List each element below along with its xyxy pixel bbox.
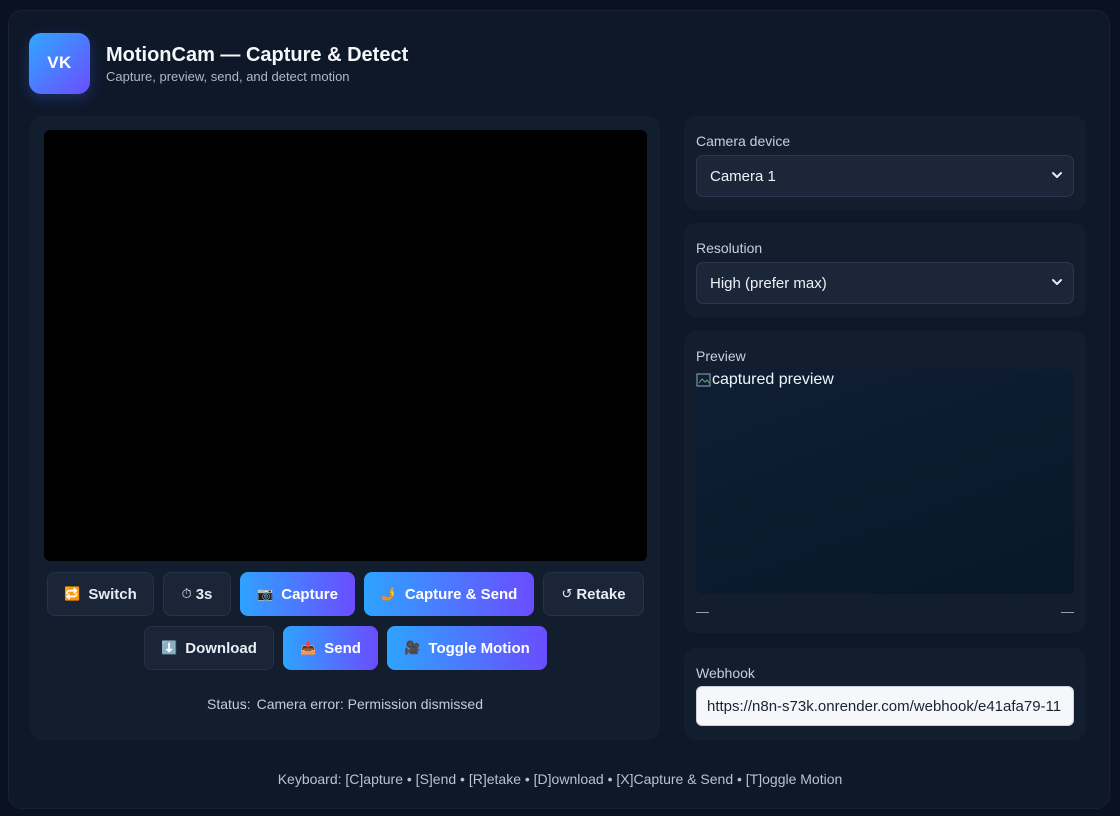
preview-meta-left: — <box>696 604 709 619</box>
camera-icon: 📷 <box>257 586 274 601</box>
header: VK MotionCam — Capture & Detect Capture,… <box>29 32 408 94</box>
page-title: MotionCam — Capture & Detect <box>106 43 409 66</box>
camera-device-value: Camera 1 <box>710 167 776 185</box>
switch-camera-icon: 🔁 <box>64 586 81 601</box>
camera-device-label: Camera device <box>696 133 791 149</box>
send-icon: 📤 <box>300 640 317 655</box>
camera-video <box>44 130 647 561</box>
status-text: Camera error: Permission dismissed <box>256 696 483 712</box>
chevron-down-icon <box>1052 279 1062 285</box>
resolution-card: Resolution High (prefer max) <box>684 223 1086 317</box>
chevron-down-icon <box>1052 172 1062 178</box>
capture-send-icon: 🤳 <box>380 586 397 601</box>
page-subtitle: Capture, preview, send, and detect motio… <box>106 68 350 84</box>
retake-button[interactable]: ↺ Retake <box>543 572 644 616</box>
switch-button[interactable]: 🔁 Switch <box>47 572 154 616</box>
preview-card: Preview captured preview — — <box>684 331 1086 633</box>
retake-icon: ↺ <box>561 586 573 601</box>
logo: VK <box>29 32 90 94</box>
status-label: Status: <box>207 696 251 712</box>
preview-meta-right: — <box>1061 604 1074 619</box>
capture-label: Capture <box>281 585 338 603</box>
video-camera-icon: 🎥 <box>404 640 421 655</box>
preview-image-area: captured preview <box>696 369 1074 594</box>
timer-button[interactable]: ⏱ 3s <box>163 572 231 616</box>
timer-label: 3s <box>195 585 213 603</box>
send-label: Send <box>324 639 361 657</box>
preview-alt-text: captured preview <box>712 371 834 388</box>
capture-send-label: Capture & Send <box>404 585 518 603</box>
send-button[interactable]: 📤 Send <box>283 626 378 670</box>
preview-image: captured preview <box>696 371 834 389</box>
download-icon: ⬇️ <box>161 640 178 655</box>
webhook-url-input[interactable] <box>696 686 1074 726</box>
retake-label: Retake <box>576 585 626 603</box>
camera-device-card: Camera device Camera 1 <box>684 116 1086 210</box>
resolution-select[interactable]: High (prefer max) <box>696 262 1074 304</box>
stopwatch-icon: ⏱ <box>181 586 192 601</box>
resolution-label: Resolution <box>696 240 763 256</box>
download-label: Download <box>185 639 257 657</box>
camera-panel: 🔁 Switch ⏱ 3s 📷 Capture 🤳 Capture & Send… <box>30 116 660 740</box>
camera-device-select[interactable]: Camera 1 <box>696 155 1074 197</box>
capture-button[interactable]: 📷 Capture <box>240 572 355 616</box>
switch-label: Switch <box>88 585 137 603</box>
app-window: VK MotionCam — Capture & Detect Capture,… <box>8 10 1110 809</box>
download-button[interactable]: ⬇️ Download <box>144 626 274 670</box>
webhook-label: Webhook <box>696 665 755 681</box>
capture-send-button[interactable]: 🤳 Capture & Send <box>364 572 534 616</box>
webhook-card: Webhook <box>684 648 1086 740</box>
preview-label: Preview <box>696 348 746 364</box>
keyboard-shortcuts: Keyboard: [C]apture • [S]end • [R]etake … <box>277 771 843 787</box>
status-line: Status: Camera error: Permission dismisse… <box>30 696 660 712</box>
broken-image-icon <box>696 373 711 387</box>
resolution-value: High (prefer max) <box>710 274 827 292</box>
toggle-motion-label: Toggle Motion <box>428 639 530 657</box>
toggle-motion-button[interactable]: 🎥 Toggle Motion <box>387 626 547 670</box>
